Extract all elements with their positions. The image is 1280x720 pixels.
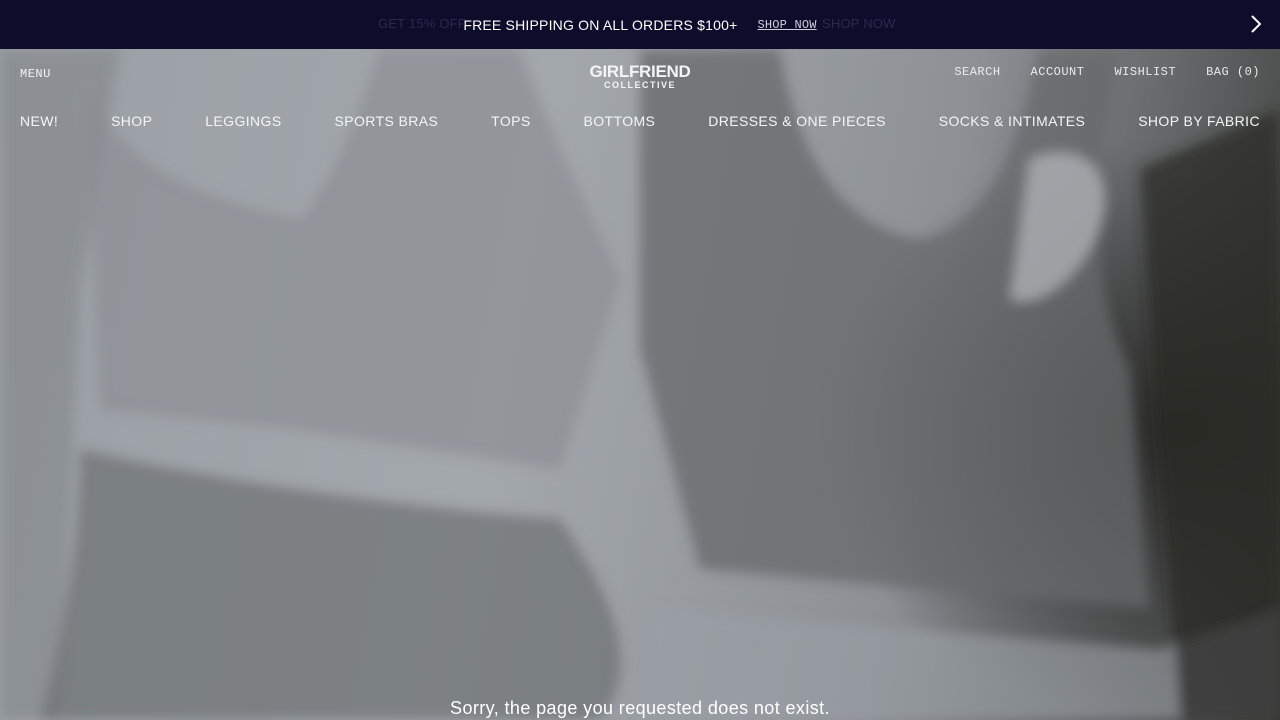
chevron-right-icon <box>1251 15 1262 33</box>
announcement-next-button[interactable] <box>1244 12 1268 36</box>
announcement-ghost-right: SHOP NOW <box>822 16 896 31</box>
nav-item-dresses[interactable]: DRESSES & ONE PIECES <box>708 113 886 129</box>
hero-background <box>0 49 1280 720</box>
utility-links: SEARCH ACCOUNT WISHLIST BAG (0) <box>954 65 1260 79</box>
nav-item-shop[interactable]: SHOP <box>111 113 152 129</box>
account-link[interactable]: ACCOUNT <box>1031 65 1085 79</box>
announcement-bar: GET 15% OFF FREE SHIPPING ON ALL ORDERS … <box>0 0 1280 49</box>
search-link[interactable]: SEARCH <box>954 65 1000 79</box>
nav-item-bottoms[interactable]: BOTTOMS <box>584 113 656 129</box>
menu-button[interactable]: MENU <box>20 67 51 81</box>
main-navigation: NEW! SHOP LEGGINGS SPORTS BRAS TOPS BOTT… <box>20 113 1260 129</box>
announcement-ghost-left: GET 15% OFF <box>378 16 466 31</box>
logo-line-2: COLLECTIVE <box>603 80 676 90</box>
nav-item-leggings[interactable]: LEGGINGS <box>205 113 281 129</box>
logo-line-1: GIRLFRIEND <box>589 62 691 81</box>
nav-item-tops[interactable]: TOPS <box>491 113 530 129</box>
announcement-message: FREE SHIPPING ON ALL ORDERS $100+ <box>463 16 738 33</box>
error-message: Sorry, the page you requested does not e… <box>450 698 830 718</box>
nav-item-socks-intimates[interactable]: SOCKS & INTIMATES <box>939 113 1086 129</box>
site-header: MENU GIRLFRIEND COLLECTIVE SEARCH ACCOUN… <box>0 49 1280 97</box>
nav-item-shop-by-fabric[interactable]: SHOP BY FABRIC <box>1138 113 1260 129</box>
nav-item-new[interactable]: NEW! <box>20 113 58 129</box>
announcement-shop-now-link[interactable]: SHOP NOW <box>757 18 816 32</box>
logo[interactable]: GIRLFRIEND COLLECTIVE <box>574 63 706 90</box>
bag-link[interactable]: BAG (0) <box>1206 65 1260 79</box>
nav-item-sports-bras[interactable]: SPORTS BRAS <box>335 113 439 129</box>
hero-image <box>0 49 1280 720</box>
wishlist-link[interactable]: WISHLIST <box>1114 65 1176 79</box>
